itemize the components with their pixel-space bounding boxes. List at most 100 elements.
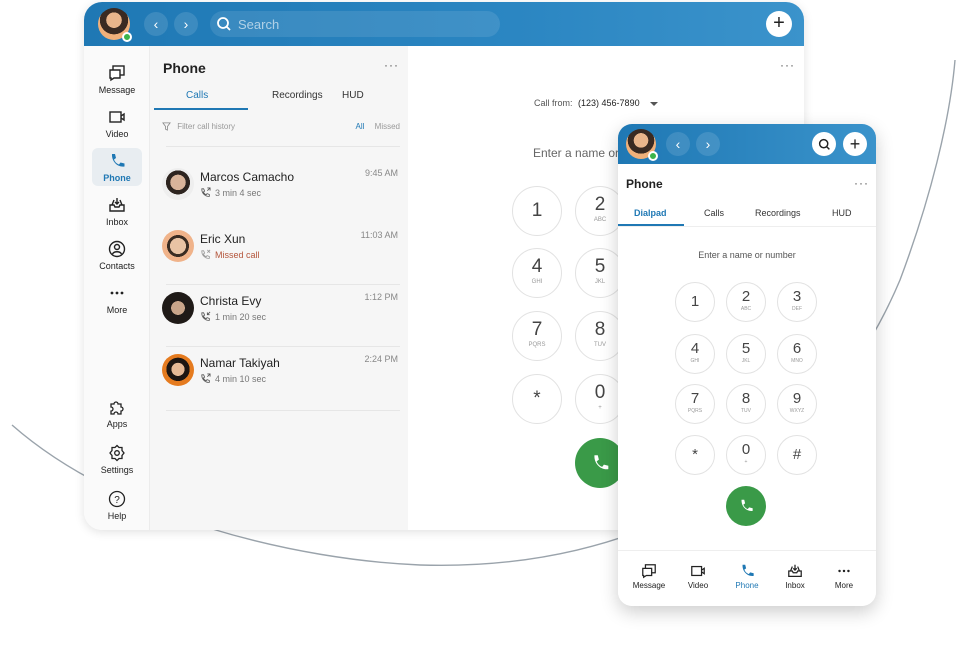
search-bar[interactable] bbox=[210, 11, 500, 37]
call-time: 1:12 PM bbox=[364, 292, 398, 302]
rail-label: Settings bbox=[100, 464, 134, 475]
rail-item-settings[interactable]: Settings bbox=[92, 440, 142, 478]
filter-input[interactable]: Filter call history bbox=[177, 122, 235, 131]
bottom-nav-label: More bbox=[834, 581, 854, 590]
contact-name: Christa Evy bbox=[200, 294, 262, 308]
tab-hud[interactable]: HUD bbox=[832, 208, 852, 218]
active-tab-indicator bbox=[154, 108, 248, 110]
add-button[interactable]: + bbox=[843, 132, 867, 156]
dial-key[interactable]: 4 GHI bbox=[512, 248, 562, 298]
outgoing-call-icon bbox=[201, 373, 211, 383]
user-avatar[interactable] bbox=[98, 8, 132, 42]
stage: ‹ › + Message Video Phone In bbox=[0, 0, 960, 645]
dial-key[interactable]: 5 JKL bbox=[726, 334, 766, 374]
filter-missed[interactable]: Missed bbox=[375, 122, 400, 131]
call-row[interactable]: Namar Takiyah 4 min 10 sec 2:24 PM bbox=[160, 346, 400, 396]
call-detail: 3 min 4 sec bbox=[200, 187, 261, 198]
dial-key[interactable]: 3 DEF bbox=[777, 282, 817, 322]
mobile-title: Phone bbox=[626, 177, 663, 191]
rail-label: Inbox bbox=[105, 216, 129, 227]
inbox-icon bbox=[788, 564, 802, 577]
tab-dialpad[interactable]: Dialpad bbox=[634, 208, 667, 218]
rail-item-phone[interactable]: Phone bbox=[92, 148, 142, 186]
phone-icon bbox=[111, 153, 125, 167]
dial-key[interactable]: 0 + bbox=[726, 435, 766, 475]
filter-row: Filter call history All Missed bbox=[162, 122, 402, 136]
more-options-button[interactable]: ··· bbox=[780, 58, 795, 72]
call-list-pane: Phone ··· Calls Recordings HUD Filter ca… bbox=[150, 46, 408, 530]
video-icon bbox=[109, 110, 125, 123]
user-avatar[interactable] bbox=[626, 129, 658, 161]
search-button[interactable] bbox=[812, 132, 836, 156]
call-row[interactable]: Eric Xun Missed call 11:03 AM bbox=[160, 222, 400, 272]
tab-calls[interactable]: Calls bbox=[704, 208, 724, 218]
nav-rail: Message Video Phone Inbox Contacts More bbox=[84, 46, 150, 530]
dial-key[interactable]: 1 bbox=[512, 186, 562, 236]
more-options-button[interactable]: ··· bbox=[384, 58, 399, 72]
rail-item-video[interactable]: Video bbox=[92, 104, 142, 142]
dial-key[interactable]: 9 WXYZ bbox=[777, 384, 817, 424]
search-icon bbox=[217, 17, 231, 31]
rail-label: Help bbox=[107, 510, 127, 521]
rail-item-help[interactable]: ? Help bbox=[92, 486, 142, 524]
dial-key[interactable]: 4 GHI bbox=[675, 334, 715, 374]
back-button[interactable]: ‹ bbox=[144, 12, 168, 36]
help-icon: ? bbox=[108, 490, 126, 507]
add-button[interactable]: + bbox=[766, 11, 792, 37]
rail-item-message[interactable]: Message bbox=[92, 60, 142, 98]
rail-item-inbox[interactable]: Inbox bbox=[92, 192, 142, 230]
more-options-button[interactable]: ··· bbox=[854, 176, 869, 190]
dial-key[interactable]: * bbox=[512, 374, 562, 424]
top-bar: ‹ › + bbox=[84, 2, 804, 46]
bottom-nav: Message Video Phone Inbox More bbox=[618, 550, 876, 606]
tab-calls[interactable]: Calls bbox=[186, 90, 208, 107]
svg-text:?: ? bbox=[114, 495, 120, 506]
dial-key[interactable]: # bbox=[777, 435, 817, 475]
rail-item-apps[interactable]: Apps bbox=[92, 394, 142, 432]
phone-icon bbox=[742, 564, 754, 576]
dial-key[interactable]: 2 ABC bbox=[726, 282, 766, 322]
search-icon bbox=[818, 138, 830, 150]
divider bbox=[166, 410, 400, 411]
bottom-nav-more[interactable]: More bbox=[819, 563, 869, 590]
divider bbox=[166, 146, 400, 147]
number-input[interactable]: Enter a name or number bbox=[618, 250, 876, 260]
forward-button[interactable]: › bbox=[174, 12, 198, 36]
call-from-number: (123) 456-7890 bbox=[578, 98, 640, 108]
dial-key[interactable]: * bbox=[675, 435, 715, 475]
phone-icon bbox=[741, 499, 753, 511]
tab-recordings[interactable]: Recordings bbox=[755, 208, 801, 218]
phone-icon bbox=[594, 455, 609, 470]
bottom-nav-message[interactable]: Message bbox=[624, 563, 674, 590]
bottom-nav-phone[interactable]: Phone bbox=[722, 563, 772, 590]
bottom-nav-video[interactable]: Video bbox=[673, 563, 723, 590]
forward-button[interactable]: › bbox=[696, 132, 720, 156]
filter-toggle: All Missed bbox=[348, 122, 400, 131]
search-input[interactable] bbox=[238, 16, 478, 32]
dial-key[interactable]: 8 TUV bbox=[726, 384, 766, 424]
call-button[interactable] bbox=[726, 486, 766, 526]
dial-key[interactable]: 1 bbox=[675, 282, 715, 322]
video-icon bbox=[691, 565, 705, 577]
call-from-selector[interactable]: Call from: (123) 456-7890 bbox=[534, 98, 659, 108]
rail-label: More bbox=[106, 304, 128, 315]
call-from-label: Call from: bbox=[534, 98, 573, 108]
bottom-nav-label: Inbox bbox=[785, 581, 805, 590]
tab-hud[interactable]: HUD bbox=[342, 90, 364, 107]
dial-key[interactable]: 6 MNO bbox=[777, 334, 817, 374]
call-detail: 4 min 10 sec bbox=[200, 373, 266, 384]
more-icon bbox=[838, 569, 850, 573]
call-row[interactable]: Christa Evy 1 min 20 sec 1:12 PM bbox=[160, 284, 400, 334]
contact-name: Eric Xun bbox=[200, 232, 246, 246]
contact-avatar bbox=[162, 230, 194, 262]
back-button[interactable]: ‹ bbox=[666, 132, 690, 156]
online-status-dot bbox=[648, 151, 658, 161]
rail-item-more[interactable]: More bbox=[92, 280, 142, 318]
bottom-nav-inbox[interactable]: Inbox bbox=[770, 563, 820, 590]
rail-item-contacts[interactable]: Contacts bbox=[92, 236, 142, 274]
filter-all[interactable]: All bbox=[356, 122, 365, 131]
dial-key[interactable]: 7 PQRS bbox=[675, 384, 715, 424]
tab-recordings[interactable]: Recordings bbox=[272, 90, 323, 107]
call-row[interactable]: Marcos Camacho 3 min 4 sec 9:45 AM bbox=[160, 160, 400, 210]
dial-key[interactable]: 7 PQRS bbox=[512, 311, 562, 361]
